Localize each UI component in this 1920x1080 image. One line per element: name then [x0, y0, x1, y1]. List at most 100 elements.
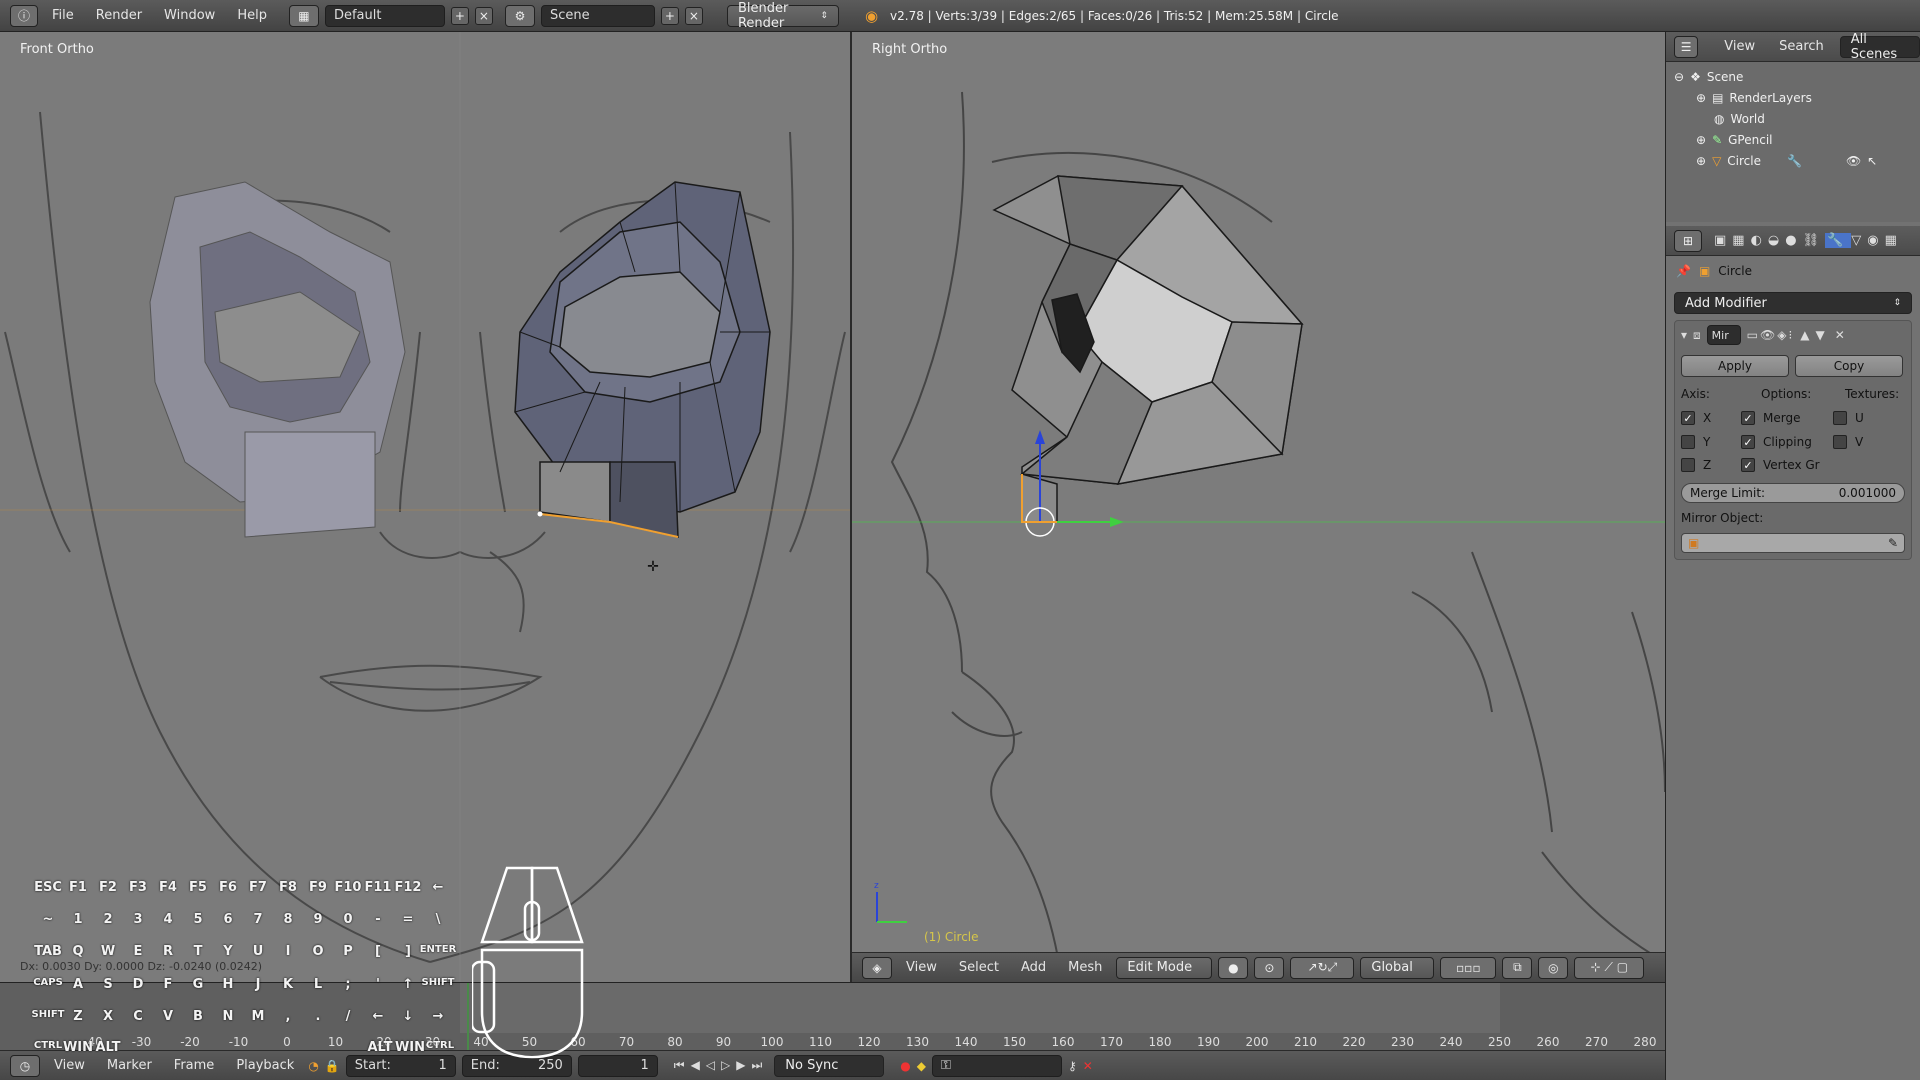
outliner-editor-icon[interactable]: ☰ — [1674, 35, 1699, 58]
screencast-key: = — [402, 912, 414, 927]
properties-tab-icons[interactable]: ▣▦◐◒●⛓ 🔧 ▽◉▦ — [1714, 233, 1903, 248]
preview-range-icon[interactable]: ◔ — [308, 1059, 318, 1073]
start-frame-label: Start: — [354, 1058, 391, 1073]
timeline-menu-view[interactable]: View — [46, 1058, 93, 1073]
screencast-key: W — [100, 944, 116, 959]
timeline-menu-playback[interactable]: Playback — [228, 1058, 302, 1073]
expand-icon[interactable]: ⊕ — [1696, 154, 1706, 168]
merge-checkbox[interactable]: ✓ Merge — [1741, 411, 1800, 425]
mirror-object-field[interactable]: ▣ ✎ — [1681, 533, 1905, 553]
editor-type-icon[interactable]: ◈ — [862, 956, 892, 979]
remove-layout-icon[interactable]: × — [474, 6, 493, 25]
scene-icon[interactable]: ⚙ — [504, 4, 535, 27]
axis-y-checkbox[interactable]: Y — [1681, 435, 1710, 449]
apply-button[interactable]: Apply — [1681, 355, 1789, 377]
outliner-menu-search[interactable]: Search — [1771, 39, 1832, 54]
vertex-groups-checkbox[interactable]: ✓ Vertex Gr — [1741, 458, 1820, 472]
screen-layout-icon[interactable]: ▦ — [288, 4, 319, 27]
select-mode-icon[interactable]: ⊹ ⟋ ▢ — [1574, 956, 1645, 979]
outliner-item-circle[interactable]: ⊕ ▽ Circle 🔧 👁 ↖ — [1674, 150, 1920, 171]
axis-z-label: Z — [1703, 458, 1712, 472]
menu-view[interactable]: View — [898, 960, 945, 975]
texture-v-checkbox[interactable]: V — [1833, 435, 1863, 449]
modifier-visibility-icons[interactable]: ▭👁◈⁝ — [1747, 328, 1795, 342]
move-down-icon[interactable]: ▼ — [1816, 328, 1825, 342]
screencast-key: ↓ — [402, 1009, 414, 1024]
menu-mesh[interactable]: Mesh — [1060, 960, 1110, 975]
viewport-shading-icon[interactable]: ● — [1218, 956, 1249, 979]
mode-dropdown[interactable]: Edit Mode — [1116, 956, 1213, 979]
outliner-item-gpencil[interactable]: ⊕ ✎ GPencil — [1674, 129, 1920, 150]
menu-window[interactable]: Window — [156, 8, 223, 23]
sync-mode-dropdown[interactable]: No Sync — [774, 1054, 885, 1077]
layout-selector[interactable]: Default — [324, 4, 445, 27]
snap-icon[interactable]: ⧉ — [1502, 956, 1533, 979]
clipping-checkbox[interactable]: ✓ Clipping — [1741, 435, 1812, 449]
modifier-name-field[interactable]: Mir — [1706, 325, 1741, 345]
properties-editor-icon[interactable]: ⊞ — [1674, 229, 1702, 252]
add-modifier-dropdown[interactable]: Add Modifier ⇕ — [1674, 292, 1912, 314]
menu-select[interactable]: Select — [951, 960, 1007, 975]
close-icon[interactable]: ✕ — [1835, 328, 1845, 342]
keying-set-field[interactable]: ⚿ — [932, 1054, 1062, 1077]
menu-file[interactable]: File — [44, 8, 82, 23]
copy-button[interactable]: Copy — [1795, 355, 1903, 377]
axis-x-checkbox[interactable]: ✓ X — [1681, 411, 1711, 425]
merge-limit-field[interactable]: Merge Limit: 0.001000 — [1681, 483, 1905, 503]
lock-icon[interactable]: 🔒 — [325, 1059, 340, 1073]
screencast-key: T — [193, 944, 203, 959]
outliner-menu-view[interactable]: View — [1716, 39, 1763, 54]
axis-z-checkbox[interactable]: Z — [1681, 458, 1711, 472]
cursor-select-icon[interactable]: ↖ — [1867, 154, 1877, 168]
pin-icon[interactable]: 📌 — [1676, 264, 1691, 278]
playback-controls[interactable]: ⏮◀◁▷▶⏭ — [674, 1058, 769, 1073]
remove-scene-icon[interactable]: × — [684, 6, 703, 25]
menu-help[interactable]: Help — [229, 8, 275, 23]
screencast-key: X — [102, 1009, 114, 1024]
scene-selector[interactable]: Scene — [540, 4, 655, 27]
mirror-modifier-panel: ▾ ⧈ Mir ▭👁◈⁝ ▲ ▼ ✕ Apply Copy Axis: Opti… — [1674, 320, 1912, 560]
add-scene-icon[interactable]: + — [660, 6, 679, 25]
menu-add[interactable]: Add — [1013, 960, 1054, 975]
screencast-key: ~ — [42, 912, 54, 927]
outliner-item-renderlayers[interactable]: ⊕ ▤ RenderLayers — [1674, 87, 1920, 108]
pivot-point-icon[interactable]: ⊙ — [1254, 956, 1285, 979]
eyedropper-icon[interactable]: ✎ — [1888, 536, 1898, 550]
orientation-dropdown[interactable]: Global — [1360, 956, 1435, 979]
record-icon[interactable]: ● — [900, 1059, 910, 1073]
move-up-icon[interactable]: ▲ — [1800, 328, 1809, 342]
viewport-header: ◈ View Select Add Mesh Edit Mode ● ⊙ ↗↻⤢… — [852, 952, 1665, 982]
visibility-eye-icon[interactable]: 👁 — [1846, 154, 1861, 168]
timeline-menu-frame[interactable]: Frame — [166, 1058, 223, 1073]
timeline-menu-marker[interactable]: Marker — [99, 1058, 160, 1073]
expand-icon[interactable]: ⊕ — [1696, 91, 1706, 105]
collapse-icon[interactable]: ⊖ — [1674, 70, 1684, 84]
manipulator-icon[interactable]: ↗↻⤢ — [1290, 956, 1355, 979]
screencast-key: F7 — [249, 880, 267, 895]
viewport-right-ortho[interactable]: z Right Ortho (1) Circle ◈ View Select A… — [852, 32, 1665, 982]
texture-u-checkbox[interactable]: U — [1833, 411, 1864, 425]
info-editor-icon[interactable]: ⓘ — [10, 4, 38, 27]
start-frame-value: 1 — [438, 1058, 447, 1073]
keyframe-icon[interactable]: ◆ — [917, 1059, 926, 1073]
outliner-item-scene[interactable]: ⊖ ❖ Scene — [1674, 66, 1920, 87]
display-mode-dropdown[interactable]: All Scenes — [1839, 32, 1920, 62]
add-layout-icon[interactable]: + — [450, 6, 469, 25]
render-engine-dropdown[interactable]: Blender Render ⇕ — [726, 1, 839, 31]
screencast-key: I — [285, 944, 291, 959]
collapse-arrow-icon[interactable]: ▾ — [1681, 328, 1687, 342]
screencast-key: CAPS — [33, 977, 63, 988]
properties-context: 📌 ▣ Circle — [1666, 256, 1920, 286]
screencast-key: D — [132, 977, 144, 992]
screencast-key: . — [315, 1009, 321, 1024]
layer-toggle-icon[interactable]: ▫▫▫ — [1440, 956, 1497, 979]
timeline-tick: 280 — [1633, 1035, 1657, 1049]
insert-keyframe-icon[interactable]: ⚷ — [1068, 1059, 1077, 1073]
proportional-edit-icon[interactable]: ◎ — [1538, 956, 1569, 979]
menu-render[interactable]: Render — [88, 8, 150, 23]
expand-icon[interactable]: ⊕ — [1696, 133, 1706, 147]
outliner-item-world[interactable]: ◍ World — [1674, 108, 1920, 129]
viewport-front-ortho[interactable]: ✛ Front Ortho Dx: 0.0030 Dy: 0.0000 Dz: … — [0, 32, 850, 982]
delete-keyframe-icon[interactable]: ✕ — [1083, 1059, 1093, 1073]
render-engine-label: Blender Render — [737, 0, 789, 31]
